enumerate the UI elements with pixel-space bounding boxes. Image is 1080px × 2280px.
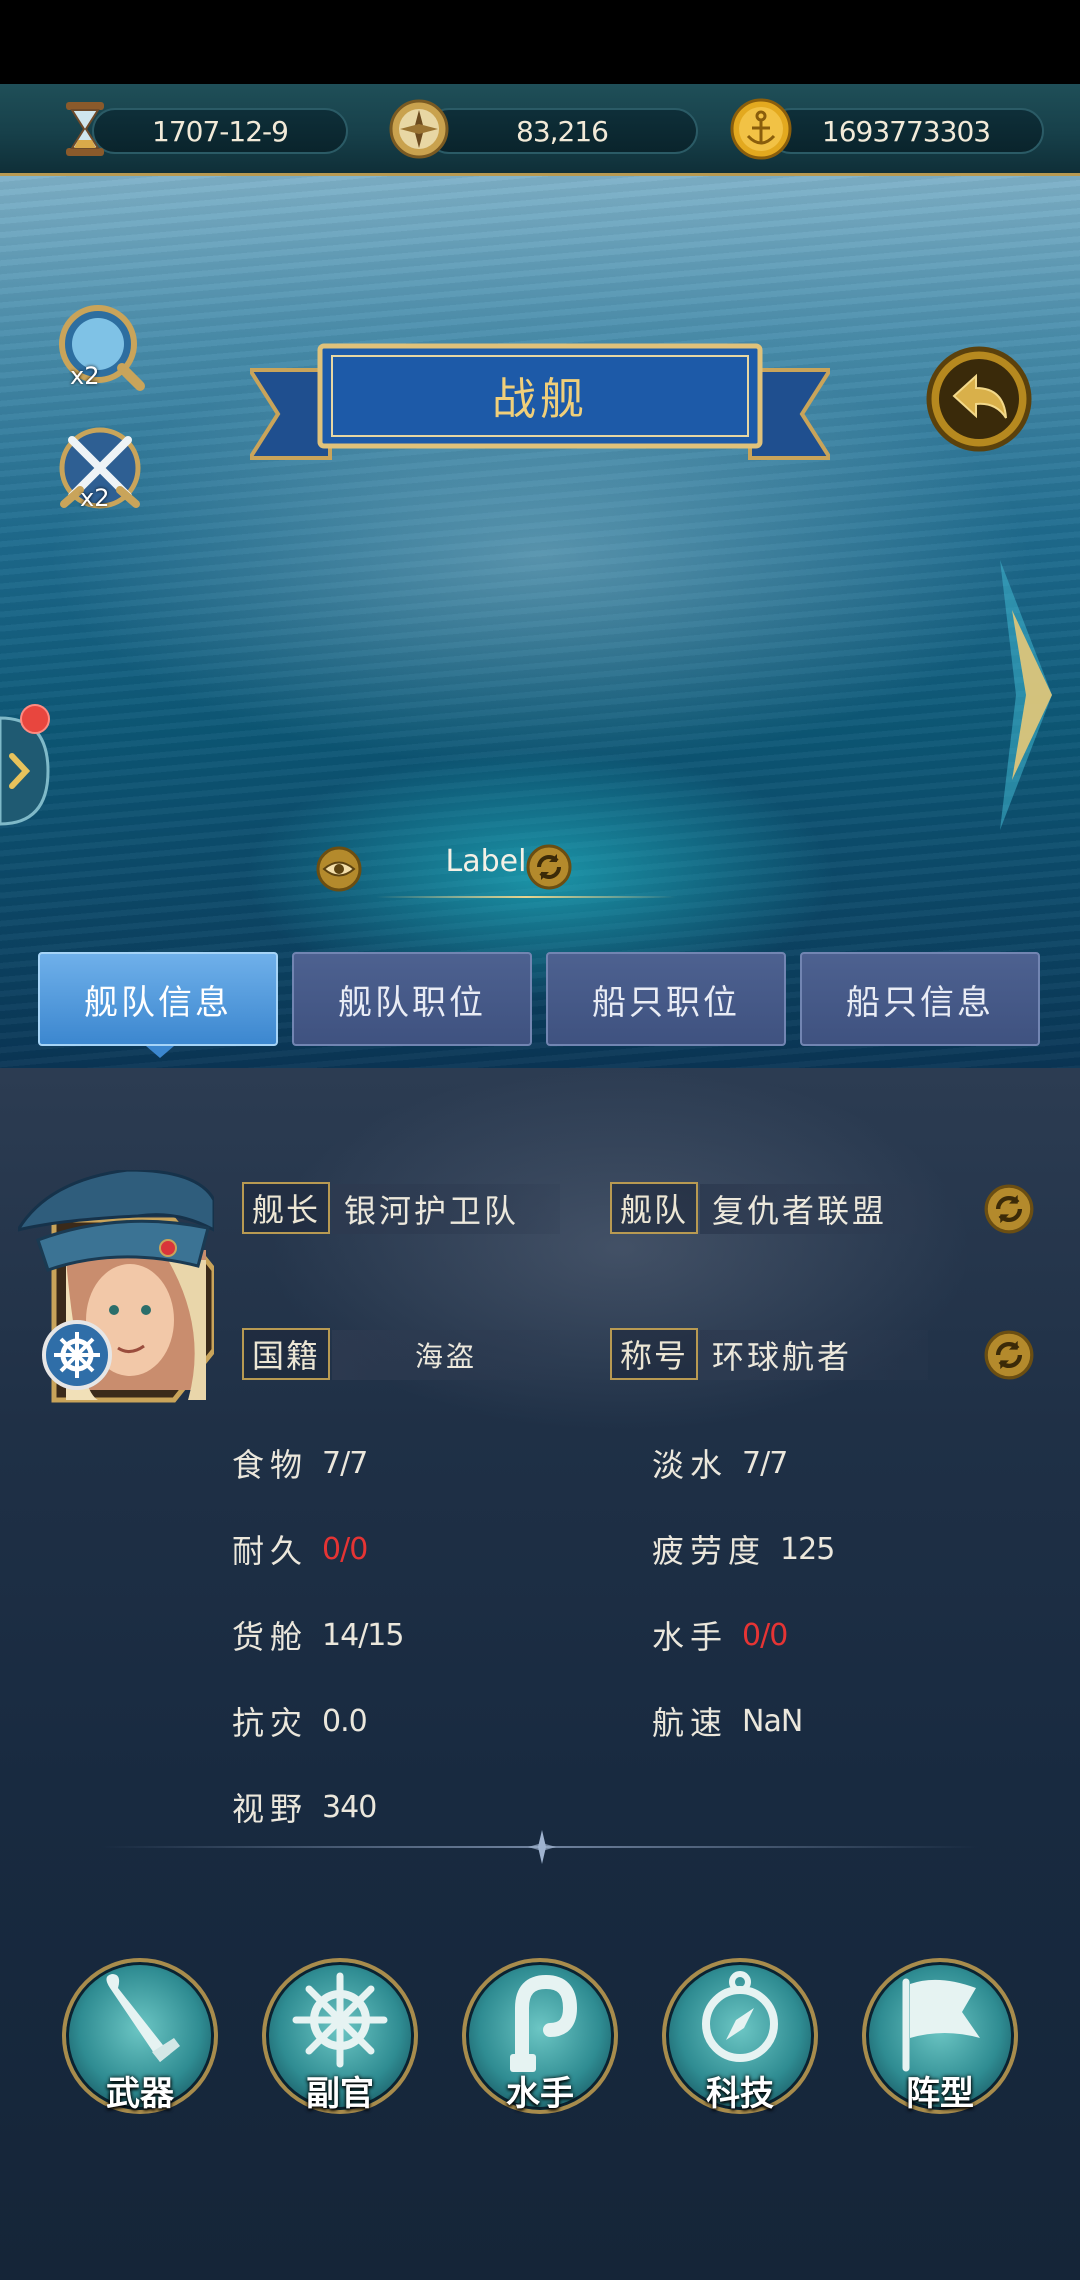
title-field: 称号 环球航者 [610,1328,930,1382]
nationality-field: 国籍 海盗 [242,1328,562,1382]
banner-title: 战舰 [492,374,588,425]
fleet-value: 复仇者联盟 [700,1184,928,1234]
divider-ornament-icon [528,1830,556,1864]
stat-label: 水手 [652,1618,729,1656]
stat-label: 耐久 [232,1532,309,1570]
stat-sailors: 水手 0/0 [652,1610,788,1660]
tab-label: 船只信息 [846,982,994,1023]
button-label: 水手 [506,2074,574,2114]
stat-label: 淡水 [652,1446,729,1484]
eye-icon[interactable] [316,846,362,892]
stat-fatigue: 疲劳度 125 [652,1524,835,1574]
nationality-tag: 国籍 [242,1328,330,1380]
tab-ship-info[interactable]: 船只信息 [800,952,1040,1046]
stat-label: 货舱 [232,1618,309,1656]
gold-coin-icon [728,96,794,162]
stat-value: 340 [322,1789,377,1825]
ship-wheel-badge-icon [42,1320,112,1390]
sword-icon [106,1974,180,2062]
captain-portrait[interactable] [14,1168,217,1410]
stat-durability: 耐久 0/0 [232,1524,368,1574]
stat-label: 航速 [652,1704,729,1742]
formation-button[interactable]: 阵型 [862,1958,1018,2114]
technology-button[interactable]: 科技 [662,1958,818,2114]
label-underline [376,896,676,898]
date-value: 1707-12-9 [92,108,348,154]
sailors-button[interactable]: 水手 [462,1958,618,2114]
button-label: 阵型 [906,2074,974,2114]
lieutenant-button[interactable]: 副官 [262,1958,418,2114]
captain-tag: 舰长 [242,1182,330,1234]
stat-value: NaN [742,1703,803,1739]
hook-icon [510,1974,578,2072]
stat-water: 淡水 7/7 [652,1438,788,1488]
notification-dot [20,704,50,734]
title-banner: 战舰 [250,340,830,470]
stat-value: 125 [780,1531,835,1567]
stat-value: 0/0 [742,1617,788,1653]
title-value: 环球航者 [700,1330,928,1380]
stat-value: 0.0 [322,1703,368,1739]
gold-resource: 1693773303 [728,98,1044,160]
gold-value: 1693773303 [768,108,1044,154]
compass-icon [386,96,452,162]
compass-icon [702,1971,778,2062]
stat-value: 7/7 [742,1445,788,1481]
explore-buff-multiplier: x2 [70,362,100,390]
tab-fleet-positions[interactable]: 舰队职位 [292,952,532,1046]
ship-label-row: Label [316,838,676,898]
stat-value: 0/0 [322,1531,368,1567]
stat-label: 抗灾 [232,1704,309,1742]
tab-label: 舰队信息 [84,982,232,1023]
flag-icon [902,1978,980,2072]
rename-refresh-icon[interactable] [526,844,572,890]
battle-buff-button[interactable]: x2 [50,420,150,520]
stat-label: 食物 [232,1446,309,1484]
weapon-button[interactable]: 武器 [62,1958,218,2114]
ocean-scene [0,176,1080,1068]
tab-ship-positions[interactable]: 船只职位 [546,952,786,1046]
nationality-value: 海盗 [332,1330,560,1380]
stat-value: 14/15 [322,1617,404,1653]
hourglass-icon [52,96,118,162]
fleet-tag: 舰队 [610,1182,698,1234]
captain-field: 舰长 银河护卫队 [242,1182,562,1236]
tab-fleet-info[interactable]: 舰队信息 [38,952,278,1046]
back-button[interactable] [924,344,1034,454]
tab-label: 舰队职位 [338,982,486,1023]
date-resource: 1707-12-9 [52,100,348,160]
stat-vision: 视野 340 [232,1782,377,1832]
ship-wheel-icon [292,1972,388,2068]
status-bar-area [0,0,1080,84]
explore-buff-button[interactable]: x2 [52,300,148,396]
active-tab-indicator [146,1046,174,1058]
stat-cargo: 货舱 14/15 [232,1610,404,1660]
resource-bar: 1707-12-9 83,216 1693773303 [0,84,1080,176]
next-ship-arrow[interactable] [990,550,1060,840]
tab-label: 船只职位 [592,982,740,1023]
stat-disaster-resistance: 抗灾 0.0 [232,1696,368,1746]
stat-speed: 航速 NaN [652,1696,803,1746]
stat-value: 7/7 [322,1445,368,1481]
compass-resource: 83,216 [386,99,698,160]
button-label: 副官 [306,2074,374,2114]
captain-value: 银河护卫队 [332,1184,560,1234]
stat-label: 疲劳度 [652,1532,767,1570]
button-label: 科技 [706,2074,774,2114]
battle-buff-multiplier: x2 [80,484,110,512]
stat-food: 食物 7/7 [232,1438,368,1488]
fleet-field: 舰队 复仇者联盟 [610,1182,930,1236]
button-label: 武器 [106,2074,174,2114]
stat-label: 视野 [232,1790,309,1828]
fleet-refresh-icon[interactable] [984,1184,1034,1234]
compass-value: 83,216 [426,108,698,154]
title-tag: 称号 [610,1328,698,1380]
tab-bar: 舰队信息 舰队职位 船只职位 船只信息 [38,952,1042,1058]
title-refresh-icon[interactable] [984,1330,1034,1380]
